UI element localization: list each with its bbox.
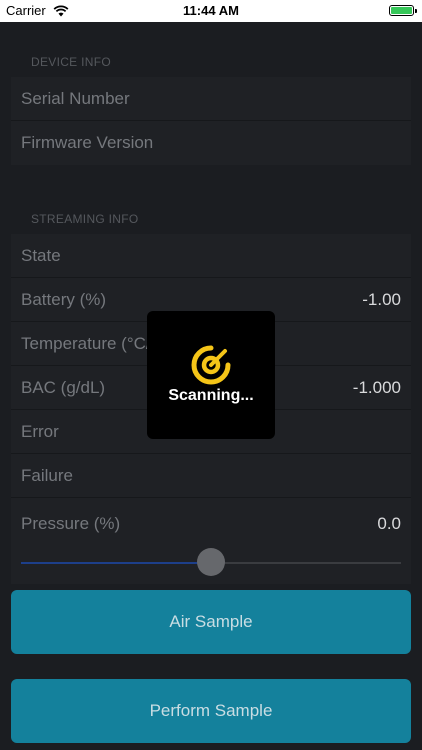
- failure-row: Failure: [11, 454, 411, 498]
- serial-number-row: Serial Number: [11, 77, 411, 121]
- scanning-hud: Scanning...: [147, 311, 275, 439]
- error-label: Error: [21, 422, 59, 441]
- perform-sample-button[interactable]: Perform Sample: [11, 679, 411, 743]
- firmware-version-label: Firmware Version: [21, 133, 154, 152]
- pressure-slider-fill: [21, 562, 211, 564]
- air-sample-button[interactable]: Air Sample: [11, 590, 411, 654]
- serial-number-label: Serial Number: [21, 89, 130, 108]
- clock: 11:44 AM: [183, 3, 239, 18]
- scan-target-icon: [191, 345, 231, 385]
- battery-value: -1.00: [362, 290, 401, 309]
- streaming-info-header: STREAMING INFO: [31, 212, 139, 226]
- bac-value: -1.000: [352, 378, 401, 397]
- pressure-value: 0.0: [377, 514, 401, 533]
- failure-label: Failure: [21, 466, 73, 485]
- pressure-label: Pressure (%): [21, 514, 121, 533]
- state-row: State: [11, 234, 411, 278]
- battery-label: Battery (%): [21, 290, 107, 309]
- battery-icon: [389, 5, 417, 16]
- firmware-version-row: Firmware Version: [11, 121, 411, 165]
- state-label: State: [21, 246, 61, 265]
- bac-label: BAC (g/dL): [21, 378, 106, 397]
- scanning-label: Scanning...: [168, 387, 254, 404]
- pressure-slider-thumb[interactable]: [197, 548, 225, 576]
- status-bar: Carrier 11:44 AM: [0, 0, 422, 22]
- pressure-slider-track[interactable]: [211, 562, 401, 564]
- device-info-header: DEVICE INFO: [31, 55, 111, 69]
